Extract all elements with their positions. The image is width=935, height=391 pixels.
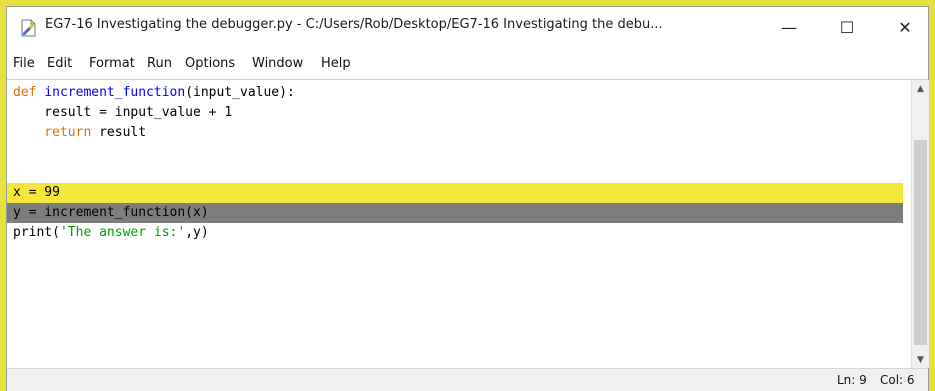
code-line-1: def increment_function(input_value): [7,83,903,103]
line-number-indicator: Ln: 9 [837,373,867,387]
window-title: EG7-16 Investigating the debugger.py - C… [45,17,663,32]
scroll-up-arrow-icon[interactable]: ▲ [912,80,929,97]
idle-editor-window: EG7-16 Investigating the debugger.py - C… [6,6,929,391]
minimize-icon: — [781,17,797,37]
code-line-2: result = input_value + 1 [7,103,903,123]
menu-bar: File Edit Format Run Options Window Help [7,47,928,80]
maximize-icon: ☐ [839,17,855,37]
function-name: increment_function [44,85,186,100]
scroll-down-arrow-icon[interactable]: ▼ [912,351,929,368]
code-text: ,y) [185,225,209,240]
menu-options[interactable]: Options [185,56,235,71]
menu-help[interactable]: Help [321,56,351,71]
menu-run[interactable]: Run [147,56,172,71]
code-text: result [91,125,147,140]
keyword-def: def [13,85,37,100]
vertical-scrollbar[interactable]: ▲ ▼ [911,80,929,368]
code-line-8: print('The answer is:',y) [7,223,903,243]
current-line-highlight: x = 99 [7,183,903,203]
menu-format[interactable]: Format [89,56,135,71]
maximize-button[interactable]: ☐ [824,7,870,47]
menu-edit[interactable]: Edit [47,56,72,71]
code-line-3: return result [7,123,903,143]
code-editor[interactable]: def increment_function(input_value): res… [7,80,911,368]
title-bar[interactable]: EG7-16 Investigating the debugger.py - C… [7,7,928,47]
close-icon: ✕ [898,17,912,37]
code-text: (input_value): [185,85,295,100]
keyword-return: return [13,125,92,140]
menu-window[interactable]: Window [252,56,303,71]
breakpoint-line-highlight: y = increment_function(x) [7,203,903,223]
menu-file[interactable]: File [13,56,35,71]
code-text: result = input_value + 1 [13,105,233,120]
code-text: y = increment_function(x) [13,205,209,220]
string-literal: 'The answer is:' [59,225,186,240]
code-text: x = 99 [13,185,60,200]
column-number-indicator: Col: 6 [880,373,915,387]
minimize-button[interactable]: — [766,7,812,47]
status-bar: Ln: 9 Col: 6 [7,368,928,391]
python-idle-icon [19,18,39,38]
code-text: print( [13,225,60,240]
close-button[interactable]: ✕ [882,7,928,47]
scroll-thumb[interactable] [914,140,927,345]
